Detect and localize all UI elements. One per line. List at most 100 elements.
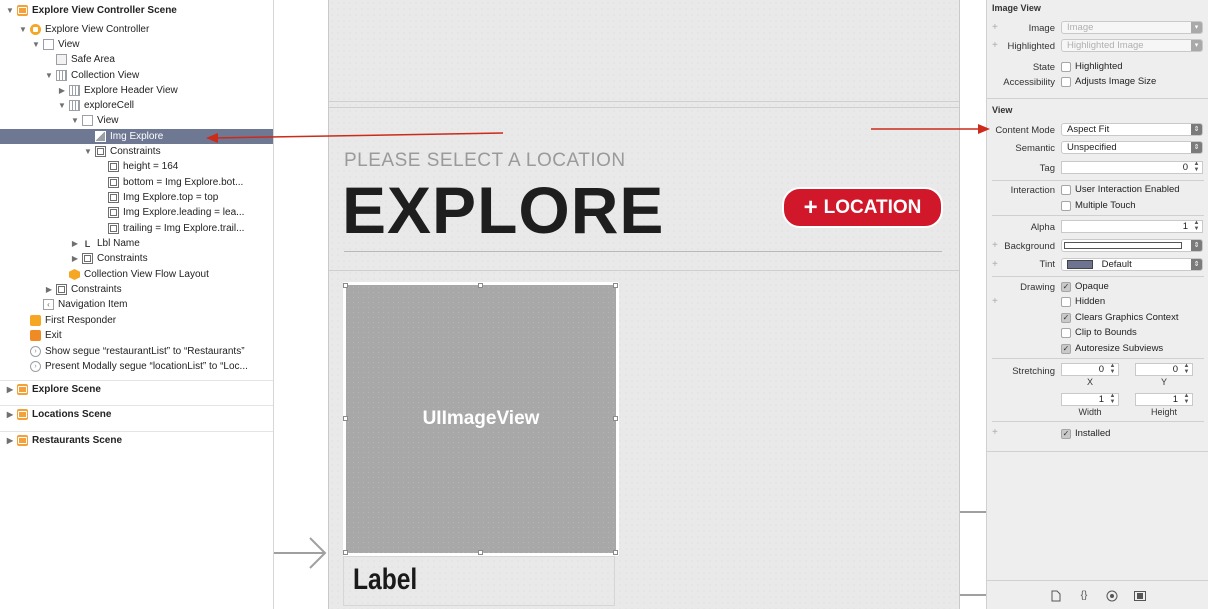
lbl-name-label[interactable]: Label — [353, 563, 417, 597]
installed-checkbox[interactable]: ✓ Installed — [1061, 428, 1110, 439]
multiple-touch-checkbox[interactable]: Multiple Touch — [1061, 200, 1136, 211]
checkbox-checked-icon[interactable]: ✓ — [1061, 428, 1071, 439]
add-variation-icon[interactable]: + — [992, 427, 998, 438]
autoresize-checkbox[interactable]: ✓ Autoresize Subviews — [1061, 343, 1163, 354]
outline-item[interactable]: Img Explore — [0, 129, 273, 144]
checkbox-icon[interactable] — [1061, 200, 1071, 211]
clip-to-bounds-checkbox[interactable]: Clip to Bounds — [1061, 327, 1137, 338]
outline-item[interactable]: ▶ L Lbl Name — [0, 236, 273, 251]
disclosure-triangle-icon[interactable]: ▶ — [5, 436, 15, 445]
explore-cell[interactable]: UIImageView Label — [343, 279, 619, 606]
object-library-icon[interactable] — [1105, 589, 1119, 603]
highlighted-checkbox[interactable]: Highlighted — [1061, 61, 1123, 72]
outline-item[interactable]: ▼ Collection View — [0, 68, 273, 83]
outline-scene[interactable]: ▶ Explore Scene — [0, 380, 273, 398]
semantic-popup[interactable]: Unspecified ⇕ — [1061, 141, 1203, 154]
outline-item[interactable]: ▼ exploreCell — [0, 98, 273, 113]
resize-handle[interactable] — [478, 550, 483, 555]
disclosure-triangle-icon[interactable]: ▶ — [70, 239, 80, 248]
alpha-field[interactable]: 1 ▲ ▼ — [1061, 220, 1203, 233]
resize-handle[interactable] — [613, 550, 618, 555]
outline-item[interactable]: › Show segue “restaurantList” to “Restaur… — [0, 344, 273, 359]
chevron-down-icon[interactable]: ▾ — [1191, 40, 1202, 51]
outline-item[interactable]: Img Explore.leading = lea... — [0, 205, 273, 220]
outline-item[interactable]: ‹ Navigation Item — [0, 297, 273, 312]
disclosure-triangle-icon[interactable]: ▼ — [5, 6, 15, 15]
content-mode-popup[interactable]: Aspect Fit ⇕ — [1061, 123, 1203, 136]
outline-scene[interactable]: ▶ Restaurants Scene — [0, 431, 273, 449]
highlighted-image-combo[interactable]: Highlighted Image ▾ — [1061, 39, 1203, 52]
media-library-icon[interactable] — [1133, 589, 1147, 603]
disclosure-triangle-icon[interactable]: ▶ — [5, 410, 15, 419]
checkbox-checked-icon[interactable]: ✓ — [1061, 343, 1071, 354]
outline-item[interactable]: ▼ Explore View Controller — [0, 22, 273, 37]
checkbox-icon[interactable] — [1061, 296, 1071, 307]
outline-item[interactable]: ▼ Constraints — [0, 144, 273, 159]
disclosure-triangle-icon[interactable]: ▼ — [44, 71, 54, 80]
stepper-icon[interactable]: ▲ ▼ — [1191, 161, 1202, 174]
chevron-updown-icon[interactable]: ⇕ — [1191, 124, 1202, 135]
disclosure-triangle-icon[interactable]: ▼ — [70, 116, 80, 125]
stepper-icon[interactable]: ▲ ▼ — [1107, 363, 1118, 376]
chevron-updown-icon[interactable]: ⇕ — [1191, 240, 1202, 251]
outline-item[interactable]: ▶ Explore Header View — [0, 83, 273, 98]
outline-item[interactable]: ▶ Constraints — [0, 251, 273, 266]
outline-item[interactable]: bottom = Img Explore.bot... — [0, 175, 273, 190]
chevron-down-icon[interactable]: ▾ — [1191, 22, 1202, 33]
outline-item[interactable]: ▼ View — [0, 37, 273, 52]
header-title-label[interactable]: EXPLORE — [342, 172, 664, 248]
outline-item[interactable]: First Responder — [0, 313, 273, 328]
outline-item[interactable]: Exit — [0, 328, 273, 343]
resize-handle[interactable] — [613, 416, 618, 421]
tint-popup[interactable]: Default ⇕ — [1061, 258, 1203, 271]
resize-handle[interactable] — [343, 416, 348, 421]
outline-item[interactable]: ▼ Explore View Controller Scene — [0, 3, 273, 18]
resize-handle[interactable] — [343, 550, 348, 555]
resize-handle[interactable] — [478, 283, 483, 288]
clears-graphics-checkbox[interactable]: ✓ Clears Graphics Context — [1061, 312, 1178, 323]
adjusts-image-size-checkbox[interactable]: Adjusts Image Size — [1061, 76, 1156, 87]
tag-field[interactable]: 0 ▲ ▼ — [1061, 161, 1203, 174]
add-variation-icon[interactable]: + — [992, 296, 998, 307]
storyboard-canvas[interactable]: PLEASE SELECT A LOCATION EXPLORE + LOCAT… — [274, 0, 986, 609]
outline-scene[interactable]: ▶ Locations Scene — [0, 405, 273, 423]
disclosure-triangle-icon[interactable]: ▼ — [18, 25, 28, 34]
resize-handle[interactable] — [343, 283, 348, 288]
image-combo[interactable]: Image ▾ — [1061, 21, 1203, 34]
outline-item[interactable]: Img Explore.top = top — [0, 190, 273, 205]
navigation-bar[interactable] — [329, 0, 959, 102]
hidden-checkbox[interactable]: Hidden — [1061, 296, 1105, 307]
stretch-y-field[interactable]: 0 ▲ ▼ — [1135, 363, 1193, 376]
background-color-popup[interactable]: ⇕ — [1061, 239, 1203, 252]
disclosure-triangle-icon[interactable]: ▶ — [44, 285, 54, 294]
chevron-updown-icon[interactable]: ⇕ — [1191, 259, 1202, 270]
checkbox-checked-icon[interactable]: ✓ — [1061, 312, 1071, 323]
header-subtitle-label[interactable]: PLEASE SELECT A LOCATION — [344, 150, 626, 172]
checkbox-checked-icon[interactable]: ✓ — [1061, 281, 1071, 292]
stretch-height-field[interactable]: 1 ▲ ▼ — [1135, 393, 1193, 406]
opaque-checkbox[interactable]: ✓ Opaque — [1061, 281, 1109, 292]
view-controller-frame[interactable]: PLEASE SELECT A LOCATION EXPLORE + LOCAT… — [328, 0, 960, 609]
user-interaction-checkbox[interactable]: User Interaction Enabled — [1061, 184, 1180, 195]
outline-item[interactable]: Collection View Flow Layout — [0, 267, 273, 282]
file-template-icon[interactable] — [1049, 589, 1063, 603]
location-button[interactable]: + LOCATION — [782, 187, 943, 228]
stepper-icon[interactable]: ▲ ▼ — [1191, 220, 1202, 233]
chevron-updown-icon[interactable]: ⇕ — [1191, 142, 1202, 153]
disclosure-triangle-icon[interactable]: ▶ — [57, 86, 67, 95]
outline-item[interactable]: ▶ Constraints — [0, 282, 273, 297]
stepper-icon[interactable]: ▲ ▼ — [1181, 393, 1192, 406]
img-explore-image-view[interactable]: UIImageView — [346, 285, 616, 553]
disclosure-triangle-icon[interactable]: ▼ — [83, 147, 93, 156]
checkbox-icon[interactable] — [1061, 327, 1071, 338]
disclosure-triangle-icon[interactable]: ▶ — [70, 254, 80, 263]
outline-item[interactable]: ▼ View — [0, 113, 273, 128]
stretch-width-field[interactable]: 1 ▲ ▼ — [1061, 393, 1119, 406]
code-snippet-icon[interactable]: {} — [1077, 589, 1091, 603]
stretch-x-field[interactable]: 0 ▲ ▼ — [1061, 363, 1119, 376]
disclosure-triangle-icon[interactable]: ▶ — [5, 385, 15, 394]
disclosure-triangle-icon[interactable]: ▼ — [57, 101, 67, 110]
outline-item[interactable]: Safe Area — [0, 52, 273, 67]
outline-item[interactable]: trailing = Img Explore.trail... — [0, 221, 273, 236]
resize-handle[interactable] — [613, 283, 618, 288]
